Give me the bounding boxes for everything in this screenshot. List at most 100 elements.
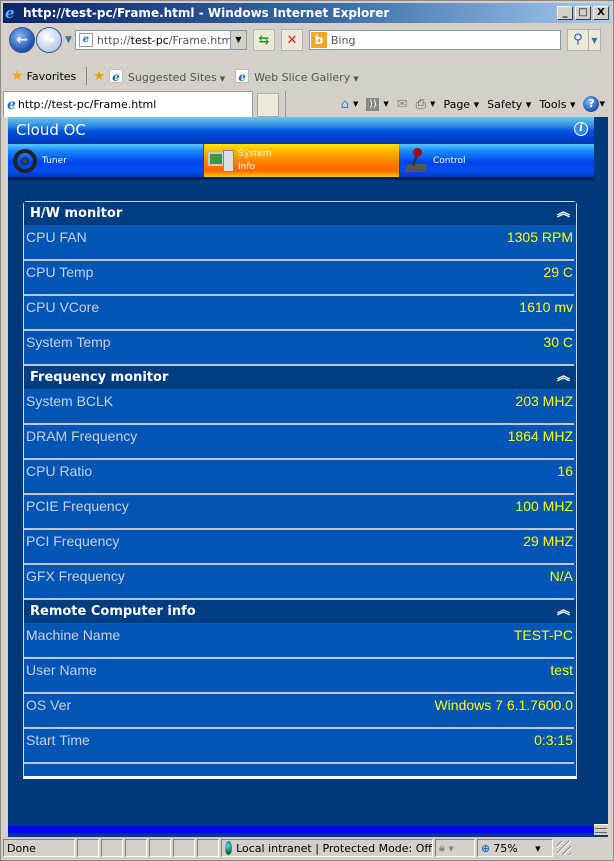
- status-pane: [101, 839, 123, 857]
- row-label: CPU Ratio: [26, 463, 93, 479]
- status-bar: Done Local intranet | Protected Mode: Of…: [3, 838, 611, 858]
- tab-frame[interactable]: e http://test-pc/Frame.html: [3, 91, 253, 117]
- info-row: CPU Temp 29 C: [24, 261, 574, 296]
- section-header[interactable]: Remote Computer info ︽: [24, 600, 576, 624]
- forward-button[interactable]: →: [36, 27, 62, 53]
- row-label: System BCLK: [26, 393, 114, 409]
- collapse-icon[interactable]: ︽: [557, 202, 570, 224]
- section-header[interactable]: Frequency monitor ︽: [24, 366, 576, 390]
- info-icon[interactable]: i: [574, 122, 588, 136]
- section-title: H/W monitor: [30, 206, 123, 221]
- nav-tab-system-info[interactable]: System Info: [203, 144, 399, 177]
- info-row: PCIE Frequency 100 MHZ: [24, 495, 574, 530]
- row-value: 1864 MHZ: [507, 428, 573, 444]
- safety-menu[interactable]: Safety ▾: [487, 98, 531, 111]
- info-row: System Temp 30 C: [24, 331, 574, 366]
- home-dropdown[interactable]: ▼: [353, 100, 358, 108]
- print-icon[interactable]: ⎙: [416, 97, 426, 112]
- info-row: DRAM Frequency 1864 MHZ: [24, 425, 574, 460]
- section-title: Remote Computer info: [30, 604, 196, 619]
- tools-menu-label: Tools: [539, 97, 567, 111]
- protected-mode-button[interactable]: 🔒︎ ▾: [435, 839, 475, 857]
- close-button[interactable]: X: [593, 6, 609, 20]
- row-label: DRAM Frequency: [26, 428, 138, 444]
- address-dropdown-button[interactable]: ▼: [229, 31, 246, 49]
- row-label: CPU VCore: [26, 299, 100, 315]
- window-title: http://test-pc/Frame.html - Windows Inte…: [23, 6, 390, 20]
- vertical-scrollbar[interactable]: [594, 117, 608, 837]
- arrow-right-icon: →: [43, 32, 55, 48]
- row-label: Machine Name: [26, 627, 121, 643]
- favorites-bar: ★ Favorites ★ e Suggested Sites ▼ e Web Sli…: [3, 65, 611, 87]
- collapse-icon[interactable]: ︽: [557, 600, 570, 622]
- favorites-link-web-slice-gallery[interactable]: e Web Slice Gallery ▼: [235, 68, 359, 84]
- address-bar[interactable]: e http://test-pc/Frame.htm ▼: [74, 30, 247, 50]
- row-label: GFX Frequency: [26, 568, 125, 584]
- search-box[interactable]: b Bing: [308, 30, 561, 50]
- mail-icon[interactable]: ✉: [397, 97, 408, 112]
- help-menu[interactable]: ? ▾: [583, 96, 605, 112]
- row-value: 29 C: [543, 264, 573, 280]
- computer-icon: [206, 146, 236, 176]
- page-menu[interactable]: Page ▾: [443, 98, 479, 111]
- search-options-dropdown[interactable]: ▼: [588, 29, 601, 51]
- favorites-star-icon: ★: [11, 68, 24, 84]
- add-to-favorites-icon[interactable]: ★: [93, 69, 105, 84]
- row-label: User Name: [26, 662, 97, 678]
- navigation-bar: ← → ▼ e http://test-pc/Frame.htm ▼ ⇆ ✕ b…: [3, 25, 611, 55]
- tools-menu[interactable]: Tools ▾: [539, 98, 575, 111]
- status-pane: [173, 839, 195, 857]
- bing-icon: b: [310, 32, 327, 48]
- arrow-left-icon: ←: [16, 32, 28, 48]
- zoom-button[interactable]: ⊕ 75% ▾: [477, 839, 553, 857]
- rss-feed-icon[interactable]: )): [366, 97, 380, 111]
- home-icon[interactable]: ⌂: [341, 97, 349, 112]
- window-resize-grip[interactable]: [557, 841, 571, 855]
- address-input[interactable]: http://test-pc/Frame.htm: [97, 34, 230, 47]
- section-header[interactable]: H/W monitor ︽: [24, 202, 576, 226]
- row-label: PCIE Frequency: [26, 498, 129, 514]
- recent-pages-dropdown[interactable]: ▼: [65, 35, 72, 45]
- safety-menu-label: Safety: [487, 97, 523, 111]
- feeds-dropdown[interactable]: ▼: [383, 100, 388, 108]
- refresh-button[interactable]: ⇆: [252, 29, 275, 51]
- help-icon: ?: [583, 96, 600, 112]
- stop-button[interactable]: ✕: [280, 29, 303, 51]
- back-button[interactable]: ←: [9, 27, 35, 53]
- ie-page-icon: e: [235, 68, 250, 84]
- page-content: Cloud OC i Tuner System Info Control H/W …: [8, 117, 608, 837]
- chevron-down-icon: ▼: [353, 74, 359, 83]
- favorites-button[interactable]: Favorites: [27, 70, 77, 83]
- zoom-icon: ⊕: [481, 841, 491, 855]
- favorites-separator: [86, 67, 88, 85]
- maximize-button[interactable]: □: [575, 6, 591, 20]
- search-button[interactable]: ⚲: [566, 29, 589, 51]
- chevron-down-icon: ▼: [219, 74, 226, 83]
- info-row: User Name test: [24, 659, 574, 694]
- row-value: TEST-PC: [513, 627, 573, 643]
- resize-grip[interactable]: [594, 824, 608, 835]
- status-pane: [125, 839, 147, 857]
- steering-wheel-icon: [10, 146, 40, 176]
- info-row: System BCLK 203 MHZ: [24, 390, 574, 425]
- lock-icon: 🔒︎: [439, 841, 445, 854]
- row-value: 29 MHZ: [523, 533, 573, 549]
- address-host: test-pc: [130, 33, 169, 47]
- row-value: 0:3:15: [534, 732, 573, 748]
- nav-tab-label: Tuner: [42, 155, 67, 166]
- new-tab-button[interactable]: [257, 93, 279, 117]
- row-label: OS Ver: [26, 697, 72, 713]
- search-input[interactable]: Bing: [331, 34, 356, 47]
- nav-tab-label: System Info: [238, 148, 272, 174]
- print-dropdown[interactable]: ▼: [430, 100, 435, 108]
- security-zone[interactable]: Local intranet | Protected Mode: Off: [221, 839, 433, 857]
- system-info-panel: H/W monitor ︽ CPU FAN 1305 RPM CPU Temp 29…: [23, 201, 577, 779]
- nav-tab-control[interactable]: Control: [399, 144, 594, 177]
- minimize-button[interactable]: _: [557, 6, 573, 20]
- nav-tab-label: Control: [433, 155, 466, 166]
- collapse-icon[interactable]: ︽: [557, 366, 570, 388]
- chevron-down-icon: ▾: [525, 97, 532, 111]
- nav-tab-tuner[interactable]: Tuner: [8, 144, 203, 177]
- page-menu-label: Page: [443, 97, 471, 111]
- favorites-link-suggested-sites[interactable]: e Suggested Sites ▼: [108, 68, 226, 84]
